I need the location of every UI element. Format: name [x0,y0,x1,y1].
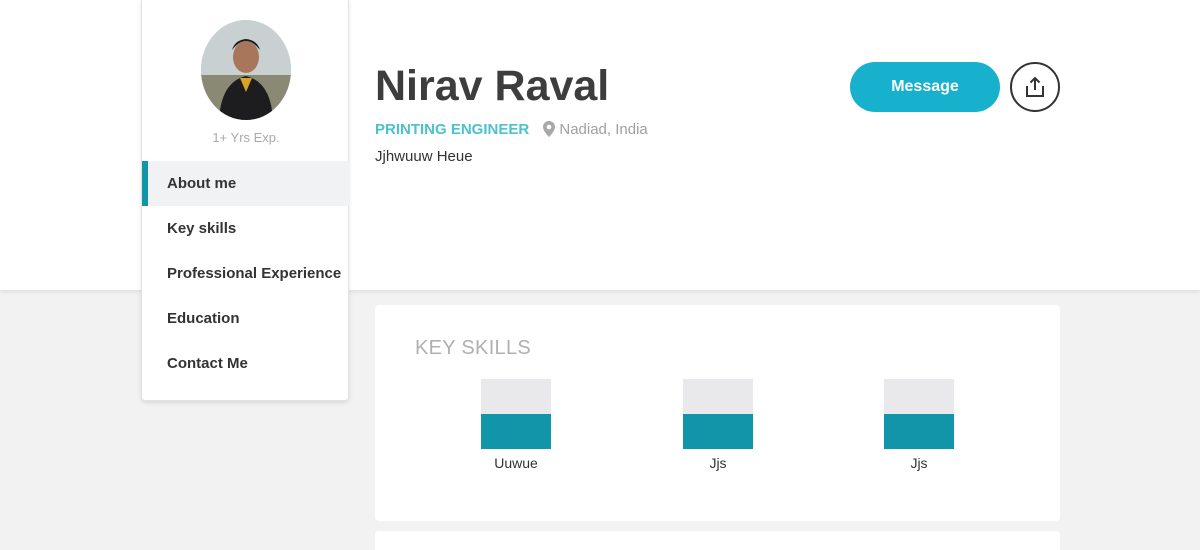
skill-bar-fill [481,414,551,449]
message-button[interactable]: Message [850,62,1000,112]
skill-bar-fill [884,414,954,449]
share-button[interactable] [1010,62,1060,112]
location-pin-icon [543,121,556,137]
skill-bar [884,379,954,449]
sidebar-item-key-skills[interactable]: Key skills [142,206,350,251]
skill-item: Uuwue [476,379,556,471]
key-skills-card: KEY SKILLS Uuwue Jjs Jjs [375,305,1060,521]
skill-label: Jjs [910,455,928,471]
job-title: PRINTING ENGINEER [375,121,530,138]
skill-label: Jjs [709,455,727,471]
skill-item: Jjs [879,379,959,471]
sidebar-item-about-me[interactable]: About me [142,161,350,206]
skill-bar [683,379,753,449]
location-text: Nadiad, India [559,121,648,138]
sidebar-item-contact-me[interactable]: Contact Me [142,341,350,386]
location: Nadiad, India [543,121,648,138]
skill-bar-fill [683,414,753,449]
skill-label: Uuwue [494,455,538,471]
sidebar-nav: About me Key skills Professional Experie… [142,161,350,386]
skill-bar [481,379,551,449]
share-upload-icon [1026,76,1044,97]
profile-name: Nirav Raval [375,62,610,110]
profile-subtitle: PRINTING ENGINEER Nadiad, India [375,121,648,138]
avatar [201,20,291,120]
key-skills-title: KEY SKILLS [415,337,532,359]
profile-sidebar: 1+ Yrs Exp. About me Key skills Professi… [141,0,350,401]
sidebar-item-education[interactable]: Education [142,296,350,341]
profile-tagline: Jjhwuuw Heue [375,148,473,165]
sidebar-item-professional-experience[interactable]: Professional Experience [142,251,350,296]
next-section-card [375,531,1060,550]
experience-label: 1+ Yrs Exp. [212,130,280,145]
skill-item: Jjs [678,379,758,471]
